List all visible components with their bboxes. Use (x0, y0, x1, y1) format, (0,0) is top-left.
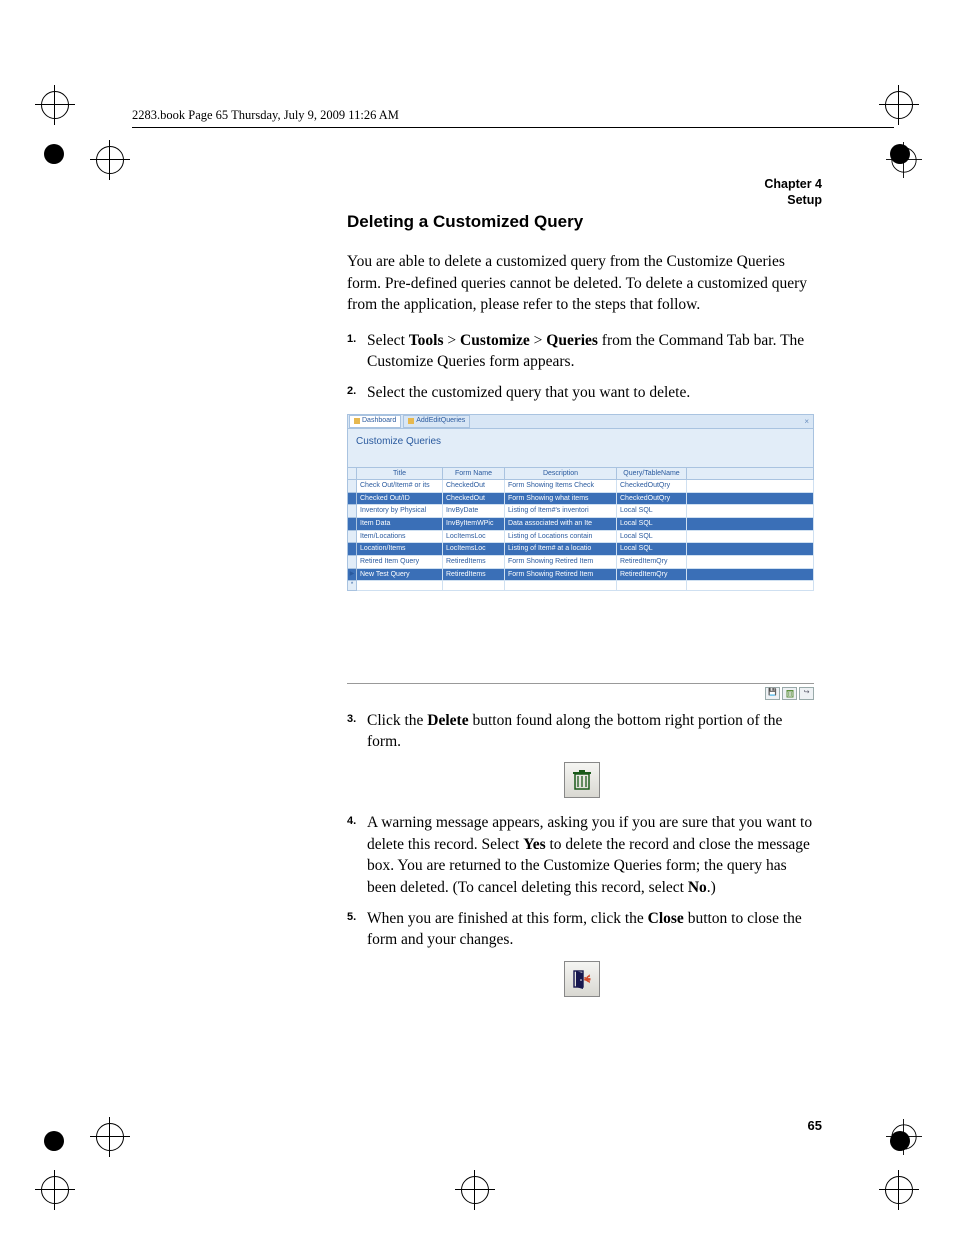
tab-dashboard[interactable]: Dashboard (349, 415, 401, 428)
close-button[interactable]: ↪ (799, 687, 814, 700)
table-row[interactable]: Inventory by PhysicalInvByDateListing of… (348, 505, 814, 518)
exit-door-icon (571, 968, 593, 990)
crop-mark (886, 1119, 922, 1155)
delete-icon-button[interactable] (564, 762, 600, 798)
table-row[interactable]: New Test QueryRetiredItemsForm Showing R… (348, 568, 814, 581)
step-4: 4. A warning message appears, asking you… (347, 812, 817, 898)
crop-mark (90, 140, 130, 180)
table-row[interactable]: Check Out/Item# or itsCheckedOutForm Sho… (348, 480, 814, 493)
steps-list-cont: 3. Click the Delete button found along t… (347, 710, 817, 753)
table-row[interactable]: Location/ItemsLocItemsLocListing of Item… (348, 543, 814, 556)
chapter-number: Chapter 4 (764, 176, 822, 192)
crop-mark (90, 1117, 130, 1157)
book-header-text: 2283.book Page 65 Thursday, July 9, 2009… (132, 108, 399, 122)
chapter-header: Chapter 4 Setup (764, 176, 822, 209)
crop-mark (35, 1170, 75, 1210)
table-row-new[interactable]: * (348, 581, 814, 590)
trash-icon (572, 769, 592, 791)
body-content: Deleting a Customized Query You are able… (347, 210, 817, 1011)
table-row[interactable]: Retired Item QueryRetiredItemsForm Showi… (348, 556, 814, 569)
table-row[interactable]: Checked Out/IDCheckedOutForm Showing wha… (348, 492, 814, 505)
crop-mark (35, 85, 75, 125)
save-button[interactable]: 💾 (765, 687, 780, 700)
col-query-table[interactable]: Query/TableName (617, 467, 687, 480)
tab-icon (354, 418, 360, 424)
tab-icon (408, 418, 414, 424)
crop-dot (44, 1131, 64, 1151)
close-icon[interactable]: × (804, 416, 809, 427)
form-title: Customize Queries (347, 429, 814, 467)
customize-queries-screenshot: Dashboard AddEditQueries × Customize Que… (347, 414, 814, 700)
close-icon-button[interactable] (564, 961, 600, 997)
col-title[interactable]: Title (357, 467, 443, 480)
book-header: 2283.book Page 65 Thursday, July 9, 2009… (132, 108, 894, 128)
table-row[interactable]: Item DataInvByItemWPicData associated wi… (348, 518, 814, 531)
section-heading: Deleting a Customized Query (347, 210, 817, 233)
table-row[interactable]: Item/LocationsLocItemsLocListing of Loca… (348, 530, 814, 543)
steps-list-cont2: 4. A warning message appears, asking you… (347, 812, 817, 950)
crop-mark (455, 1170, 495, 1210)
crop-mark (886, 142, 922, 178)
delete-button[interactable] (782, 687, 797, 700)
queries-grid[interactable]: Title Form Name Description Query/TableN… (347, 467, 814, 591)
grid-header-row: Title Form Name Description Query/TableN… (348, 467, 814, 480)
tab-bar: Dashboard AddEditQueries × (347, 414, 814, 429)
crop-mark (879, 1170, 919, 1210)
tab-addeditqueries[interactable]: AddEditQueries (403, 415, 470, 428)
steps-list: 1. Select Tools > Customize > Queries fr… (347, 330, 817, 404)
step-2: 2. Select the customized query that you … (347, 382, 817, 403)
intro-paragraph: You are able to delete a customized quer… (347, 251, 817, 315)
form-footer: 💾 ↪ (347, 683, 814, 700)
col-description[interactable]: Description (505, 467, 617, 480)
step-1: 1. Select Tools > Customize > Queries fr… (347, 330, 817, 373)
crop-dot (44, 144, 64, 164)
step-5: 5. When you are finished at this form, c… (347, 908, 817, 951)
page-number: 65 (808, 1118, 822, 1133)
col-form-name[interactable]: Form Name (443, 467, 505, 480)
step-3: 3. Click the Delete button found along t… (347, 710, 817, 753)
chapter-title: Setup (764, 192, 822, 208)
